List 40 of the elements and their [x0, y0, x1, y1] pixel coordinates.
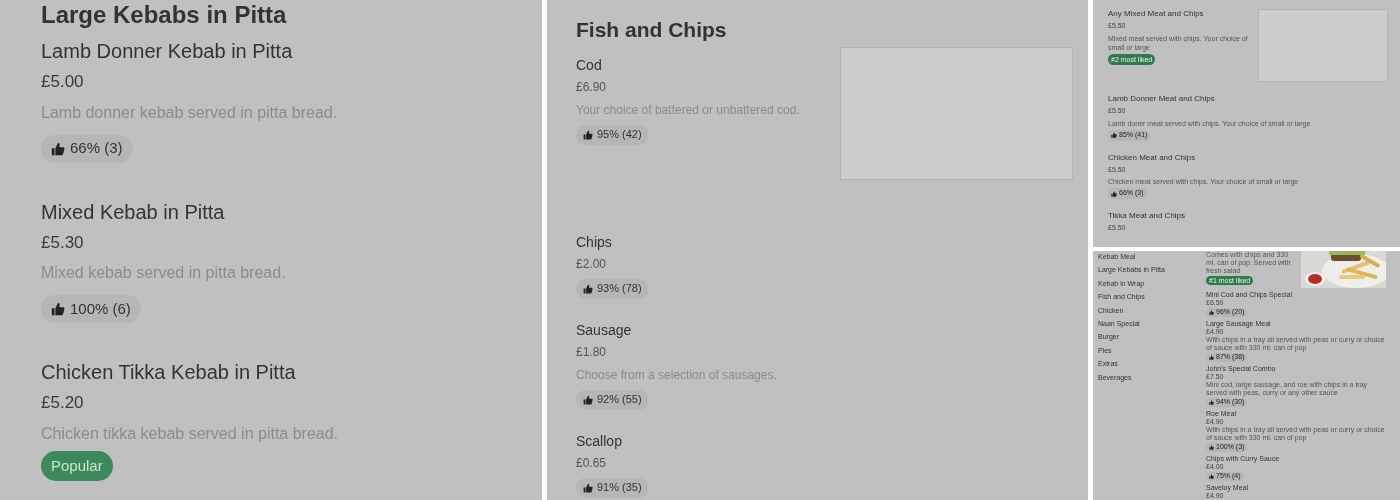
- item-price: £5.30: [41, 231, 84, 254]
- section-heading: Fish and Chips: [576, 17, 728, 43]
- item-name: Tikka Meat and Chips: [1108, 211, 1186, 221]
- item-price: £5.00: [41, 71, 84, 93]
- item-price: £1.80: [576, 343, 607, 361]
- item-name: Cod: [576, 55, 602, 74]
- rating-badge: 93% (78): [576, 278, 649, 299]
- item-price: £0.65: [576, 454, 607, 472]
- rating-badge: 66% (3): [41, 134, 133, 163]
- rating-badge: 100% (6): [41, 295, 141, 323]
- thumbs-up-icon: [1209, 445, 1214, 450]
- item-name: Any Mixed Meat and Chips: [1108, 9, 1204, 19]
- section-heading: Large Kebabs in Pitta: [41, 0, 288, 30]
- item-name: Sausage: [576, 320, 632, 339]
- rating-badge: 95% (42): [576, 124, 649, 145]
- item-name: Mixed Kebab in Pitta: [41, 199, 225, 225]
- item-price: £2.00: [576, 255, 607, 273]
- rating-badge: 92% (55): [576, 389, 649, 410]
- item-name: Lamb Donner Kebab in Pitta: [41, 39, 293, 64]
- thumbs-up-icon: [1209, 355, 1214, 360]
- item-name: Chicken Meat and Chips: [1108, 152, 1196, 163]
- tag-badge: Popular: [41, 450, 113, 481]
- thumbs-up-icon: [1209, 310, 1214, 315]
- thumbs-up-icon: [583, 129, 593, 140]
- item-price: £6.90: [576, 78, 607, 96]
- rating-badge: 91% (35): [576, 477, 649, 498]
- item-name: Lamb Donner Meat and Chips: [1108, 94, 1215, 104]
- thumbs-up-icon: [1111, 132, 1117, 138]
- thumbs-up-icon: [583, 394, 593, 405]
- item-name: Chips: [576, 232, 612, 251]
- thumbs-up-icon: [1111, 190, 1117, 197]
- thumbs-up-icon: [1209, 474, 1214, 479]
- item-name: Chicken Tikka Kebab in Pitta: [41, 360, 296, 385]
- item-name: Scallop: [576, 431, 622, 450]
- item-price: £5.20: [41, 392, 84, 414]
- thumbs-up-icon: [583, 283, 593, 294]
- thumbs-up-icon: [51, 302, 65, 316]
- thumbs-up-icon: [583, 482, 593, 493]
- thumbs-up-icon: [1209, 400, 1214, 405]
- thumbs-up-icon: [51, 141, 65, 156]
